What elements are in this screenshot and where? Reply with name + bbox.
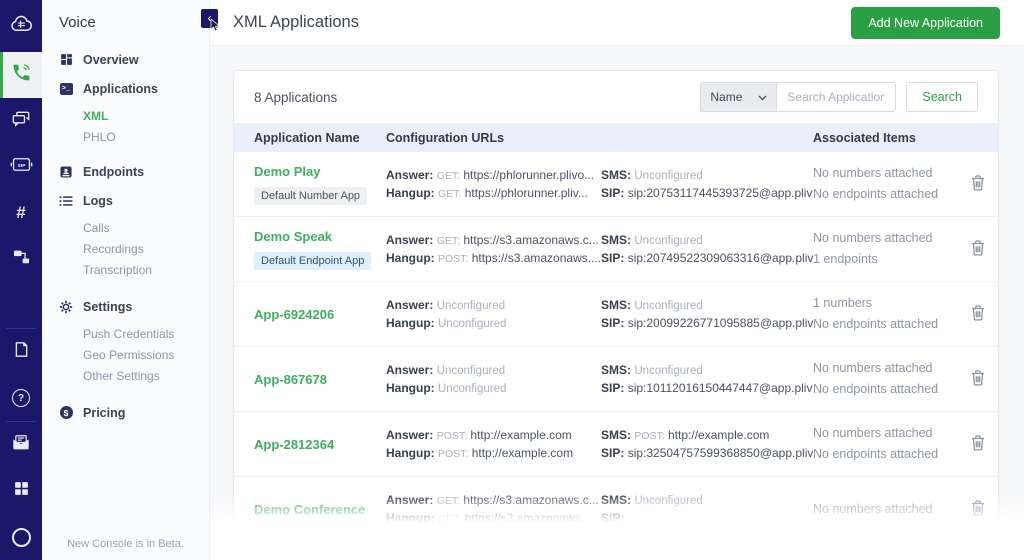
- applications-card: 8 Applications Name Search Application N…: [233, 70, 999, 543]
- sidebar-item-other-settings[interactable]: Other Settings: [42, 367, 209, 384]
- voice-phone-icon: [11, 62, 32, 88]
- chevron-down-icon: [758, 90, 767, 104]
- application-name-link[interactable]: App-867678: [254, 372, 327, 387]
- search-input[interactable]: [776, 82, 896, 112]
- rail-item-apps[interactable]: [0, 468, 42, 514]
- apps-grid-icon: [13, 480, 30, 502]
- application-name-link[interactable]: Demo Play: [254, 164, 320, 179]
- sidebar-item-applications[interactable]: >_ Applications: [42, 78, 209, 99]
- column-application-name: Application Name: [234, 131, 386, 145]
- applications-count: 8 Applications: [254, 90, 337, 105]
- sidebar-item-logs[interactable]: Logs: [42, 190, 209, 211]
- hash-icon: #: [16, 203, 25, 223]
- search-button[interactable]: Search: [906, 82, 978, 112]
- applications-table-body: Demo Play Default Number App Answer: GET…: [234, 152, 998, 542]
- delete-application-button[interactable]: [971, 435, 985, 454]
- sidebar-item-calls[interactable]: Calls: [42, 219, 209, 236]
- content-area: 8 Applications Name Search Application N…: [210, 46, 1024, 560]
- delete-application-button[interactable]: [971, 240, 985, 259]
- application-name-link[interactable]: Demo Speak: [254, 229, 332, 244]
- endpoints-icon: [59, 165, 73, 179]
- rail-item-phone-numbers[interactable]: #: [0, 190, 42, 236]
- applications-icon: >_: [59, 82, 73, 96]
- sidebar-collapse-button[interactable]: ‹: [201, 9, 218, 28]
- rail-item-feedback[interactable]: [0, 422, 42, 468]
- rail-item-zentrunk[interactable]: [0, 236, 42, 282]
- sidebar-item-settings[interactable]: Settings: [42, 296, 209, 317]
- default-app-badge: Default Number App: [254, 187, 367, 205]
- rail-item-voice[interactable]: [0, 52, 42, 98]
- sidebar-item-endpoints[interactable]: Endpoints: [42, 161, 209, 182]
- table-row: Demo Play Default Number App Answer: GET…: [234, 152, 998, 217]
- logs-icon: [59, 194, 73, 208]
- sidebar-item-push-credentials[interactable]: Push Credentials: [42, 325, 209, 342]
- feedback-mail-icon: [11, 433, 31, 457]
- application-name-link[interactable]: App-6924206: [254, 307, 334, 322]
- table-row: App-2812364 Answer: POST: http://example…: [234, 412, 998, 477]
- search-controls: Name Search: [700, 82, 978, 112]
- rail-item-docs[interactable]: [0, 329, 42, 375]
- rail-item-sip-trunking[interactable]: SIP: [0, 144, 42, 190]
- application-name-link[interactable]: App-2812364: [254, 437, 334, 452]
- page-header: ‹ XML Applications Add New Application: [210, 0, 1024, 46]
- docs-book-icon: [12, 340, 31, 364]
- table-row: Demo Speak Default Endpoint App Answer: …: [234, 217, 998, 282]
- sidebar-item-recordings[interactable]: Recordings: [42, 240, 209, 257]
- sip-trunking-icon: SIP: [10, 155, 33, 179]
- sidebar-item-transcription[interactable]: Transcription: [42, 261, 209, 278]
- rail-item-account[interactable]: [0, 514, 42, 560]
- column-configuration-urls: Configuration URLs: [386, 131, 813, 145]
- zentrunk-icon: [12, 247, 31, 271]
- plivo-cloud-icon: [9, 13, 34, 40]
- help-icon: ?: [12, 389, 30, 407]
- beta-note: New Console is in Beta.: [42, 538, 209, 550]
- sidebar-item-overview[interactable]: Overview: [42, 49, 209, 70]
- delete-application-button[interactable]: [971, 500, 985, 519]
- sidebar-item-pricing[interactable]: $ Pricing: [42, 402, 209, 423]
- rail-item-help[interactable]: ?: [0, 375, 42, 421]
- sidebar-item-xml[interactable]: XML: [42, 107, 209, 124]
- delete-application-button[interactable]: [971, 370, 985, 389]
- plivo-logo[interactable]: [0, 0, 42, 52]
- settings-gear-icon: [59, 300, 73, 314]
- sidebar-item-phlo[interactable]: PHLO: [42, 128, 209, 145]
- svg-text:SIP: SIP: [17, 163, 26, 169]
- delete-application-button[interactable]: [971, 175, 985, 194]
- page-title: XML Applications: [233, 13, 359, 32]
- table-row: App-867678 Answer: Unconfigured Hangup: …: [234, 347, 998, 412]
- pricing-icon: $: [59, 406, 73, 420]
- delete-application-button[interactable]: [971, 305, 985, 324]
- avatar-icon: [12, 528, 31, 547]
- default-app-badge: Default Endpoint App: [254, 252, 371, 270]
- overview-icon: [59, 53, 73, 67]
- messaging-icon: [11, 109, 31, 134]
- table-row: App-6924206 Answer: Unconfigured Hangup:…: [234, 282, 998, 347]
- sidebar-item-geo-permissions[interactable]: Geo Permissions: [42, 346, 209, 363]
- icon-rail: SIP # ?: [0, 0, 42, 560]
- column-associated-items: Associated Items: [813, 131, 958, 145]
- bottom-strip: [210, 528, 1024, 560]
- rail-item-messaging[interactable]: [0, 98, 42, 144]
- add-new-application-button[interactable]: Add New Application: [851, 7, 1000, 39]
- main-area: ‹ XML Applications Add New Application 8…: [210, 0, 1024, 560]
- sidebar-title: Voice: [42, 0, 209, 37]
- voice-sidebar: Voice Overview >_ Applications XML PHLO: [42, 0, 210, 560]
- table-header: Application Name Configuration URLs Asso…: [234, 123, 998, 152]
- search-field-select[interactable]: Name: [700, 82, 776, 112]
- application-name-link[interactable]: Demo Conference: [254, 502, 365, 517]
